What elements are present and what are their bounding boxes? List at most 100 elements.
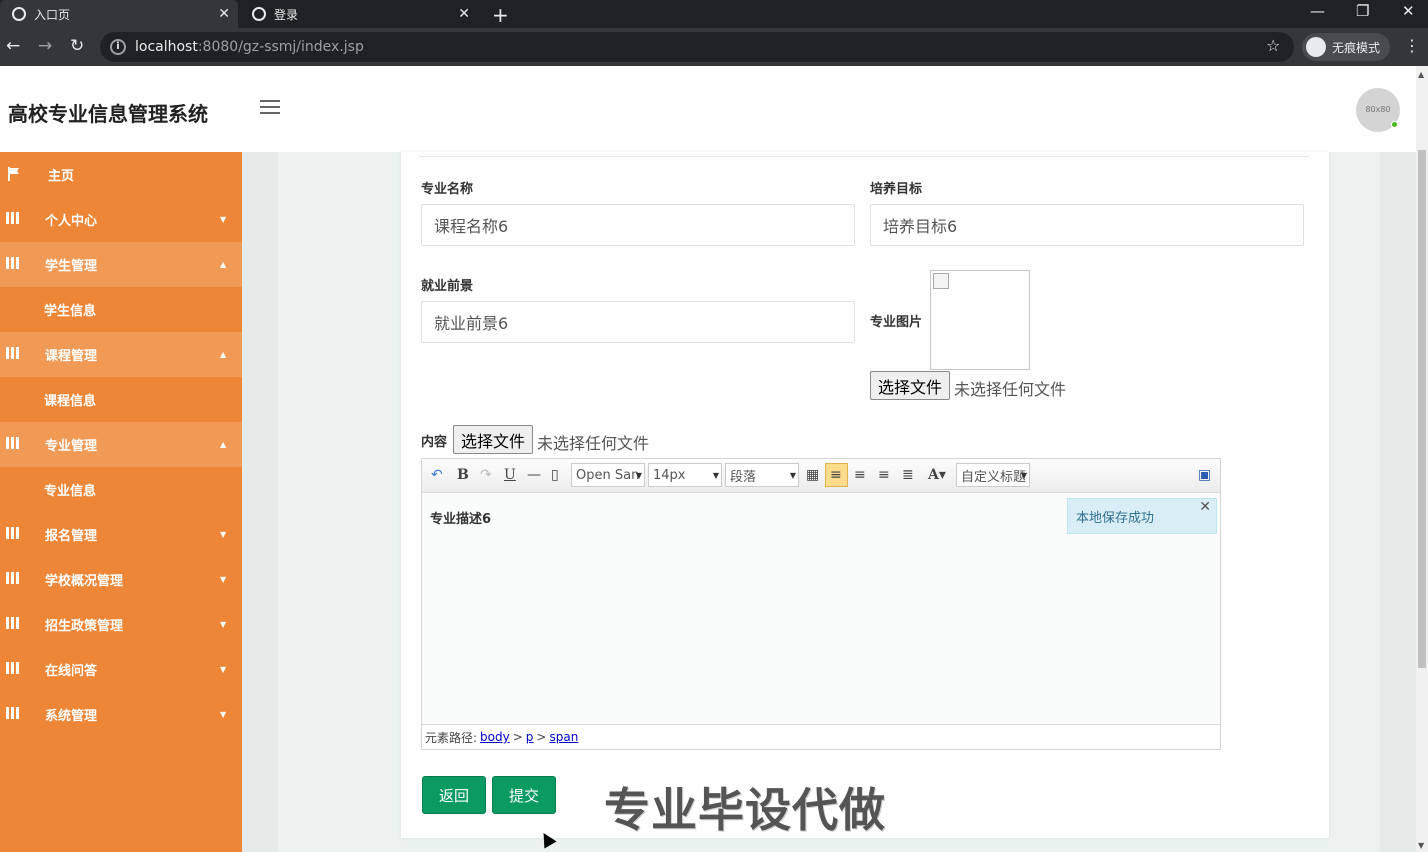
align-center-icon[interactable]: ≡: [878, 467, 890, 483]
tab-login[interactable]: 登录 ✕: [240, 0, 478, 28]
undo-icon[interactable]: ↶: [431, 467, 443, 483]
sidebar-item-personal-center[interactable]: 个人中心 ▼: [0, 197, 242, 242]
online-status-dot: [1391, 121, 1398, 128]
font-size-select[interactable]: 14px ▼: [648, 463, 722, 487]
page-break-icon[interactable]: ▯: [551, 467, 559, 483]
sidebar-item-course-mgmt[interactable]: 课程管理 ▲: [0, 332, 242, 377]
bold-icon[interactable]: B: [457, 467, 469, 483]
custom-title-select[interactable]: 自定义标题 ▼: [956, 463, 1030, 487]
paragraph-select[interactable]: 段落 ▼: [725, 463, 799, 487]
sidebar: 主页 个人中心 ▼ 学生管理 ▲ 学生信息 课程管理 ▲ 课程信息 专业管理 ▲…: [0, 152, 242, 852]
major-name-label: 专业名称: [421, 182, 474, 197]
grid-icon: [6, 437, 20, 449]
bookmark-star-icon[interactable]: ☆: [1266, 36, 1280, 55]
font-family-value: Open San: [576, 467, 640, 483]
close-icon[interactable]: ✕: [218, 6, 230, 22]
url-path: :8080/gz-ssmj/index.jsp: [197, 39, 364, 55]
url-host: localhost: [135, 39, 198, 55]
sidebar-item-label: 专业管理: [45, 439, 98, 454]
image-choose-file-button[interactable]: 选择文件: [870, 371, 950, 400]
url-input[interactable]: i localhost :8080/gz-ssmj/index.jsp: [100, 32, 1294, 62]
scroll-down-icon[interactable]: ▼: [1418, 841, 1424, 850]
caret-up-icon: ▲: [220, 350, 227, 359]
goal-input[interactable]: 培养目标6: [870, 204, 1304, 246]
sidebar-item-student-mgmt[interactable]: 学生管理 ▲: [0, 242, 242, 287]
browser-tab-bar: 入口页 ✕ 登录 ✕ + — ❐ ✕: [0, 0, 1428, 28]
tab-title: 入口页: [34, 7, 71, 22]
sidebar-subitem-major-info[interactable]: 专业信息: [0, 467, 242, 512]
sidebar-subitem-course-info[interactable]: 课程信息: [0, 377, 242, 422]
sidebar-item-label: 学生管理: [45, 259, 98, 274]
browser-menu-icon[interactable]: ⋮: [1404, 36, 1420, 55]
restore-icon[interactable]: ❐: [1356, 2, 1369, 20]
watermark-text: 专业毕设代做: [604, 783, 886, 837]
prospect-input[interactable]: 就业前景6: [421, 301, 855, 343]
sidebar-item-system-mgmt[interactable]: 系统管理 ▼: [0, 692, 242, 737]
sidebar-item-label: 在线问答: [45, 664, 98, 679]
back-button[interactable]: 返回: [422, 776, 486, 814]
sidebar-subitem-student-info[interactable]: 学生信息: [0, 287, 242, 332]
redo-icon[interactable]: ↷: [480, 467, 492, 483]
sidebar-item-label: 个人中心: [45, 214, 98, 229]
globe-icon: [12, 7, 26, 21]
align-right-icon[interactable]: ≡: [854, 467, 866, 483]
fullscreen-icon[interactable]: ▣: [1198, 467, 1211, 483]
align-left-icon[interactable]: ≡: [830, 467, 842, 483]
close-icon[interactable]: ✕: [1199, 499, 1211, 515]
grid-icon: [6, 617, 20, 629]
content-file-status: 未选择任何文件: [537, 434, 650, 453]
sidebar-subitem-label: 学生信息: [44, 304, 97, 319]
sidebar-item-label: 报名管理: [45, 529, 98, 544]
info-icon[interactable]: i: [110, 39, 126, 55]
caret-up-icon: ▲: [220, 440, 227, 449]
path-link-p[interactable]: p: [526, 730, 534, 744]
minimize-icon[interactable]: —: [1310, 2, 1325, 20]
grid-icon: [6, 347, 20, 359]
sidebar-item-major-mgmt[interactable]: 专业管理 ▲: [0, 422, 242, 467]
element-path-bar: 元素路径: body > p > span: [422, 724, 1220, 749]
new-tab-icon[interactable]: +: [492, 3, 509, 27]
close-icon[interactable]: ✕: [458, 6, 470, 22]
broken-image-icon: [933, 273, 949, 289]
incognito-label: 无痕模式: [1332, 40, 1381, 55]
path-link-span[interactable]: span: [549, 730, 578, 744]
reload-icon[interactable]: ↻: [70, 36, 84, 56]
element-path-label: 元素路径:: [425, 730, 478, 745]
sidebar-item-online-qa[interactable]: 在线问答 ▼: [0, 647, 242, 692]
submit-button[interactable]: 提交: [492, 776, 556, 814]
scroll-up-icon[interactable]: ▲: [1418, 70, 1424, 79]
font-color-icon[interactable]: A▾: [928, 467, 946, 483]
main-content: 专业名称 课程名称6 培养目标 培养目标6 就业前景 就业前景6 专业图片 选择…: [242, 152, 1416, 852]
horizontal-rule-icon[interactable]: —: [527, 467, 541, 483]
sidebar-item-enroll-mgmt[interactable]: 报名管理 ▼: [0, 512, 242, 557]
image-file-status: 未选择任何文件: [954, 380, 1067, 399]
page-scrollbar[interactable]: ▲ ▼: [1416, 66, 1428, 852]
sidebar-item-admission-policy[interactable]: 招生政策管理 ▼: [0, 602, 242, 647]
app-title: 高校专业信息管理系统: [8, 102, 208, 126]
tab-home[interactable]: 入口页 ✕: [0, 0, 238, 28]
sidebar-item-home[interactable]: 主页: [0, 152, 242, 197]
align-justify-icon[interactable]: ≣: [902, 467, 914, 483]
avatar[interactable]: 80x80: [1356, 88, 1400, 132]
hamburger-menu-icon[interactable]: [260, 100, 280, 118]
caret-down-icon: ▼: [220, 665, 227, 674]
save-toast: 本地保存成功 ✕: [1067, 498, 1217, 534]
incognito-badge[interactable]: 无痕模式: [1302, 33, 1391, 61]
font-size-value: 14px: [653, 467, 686, 483]
major-name-input[interactable]: 课程名称6: [421, 204, 855, 246]
sidebar-item-school-overview[interactable]: 学校概况管理 ▼: [0, 557, 242, 602]
grid-icon: [6, 662, 20, 674]
underline-icon[interactable]: U: [504, 467, 516, 483]
caret-up-icon: ▲: [220, 260, 227, 269]
window-close-icon[interactable]: ✕: [1402, 2, 1415, 20]
font-family-select[interactable]: Open San ▼: [571, 463, 645, 487]
editor-body[interactable]: 专业描述6 本地保存成功 ✕: [422, 494, 1220, 724]
incognito-icon: [1306, 37, 1326, 57]
content-choose-file-button[interactable]: 选择文件: [453, 425, 533, 454]
sidebar-subitem-label: 课程信息: [44, 394, 97, 409]
back-arrow-icon[interactable]: ←: [6, 36, 20, 56]
table-icon[interactable]: ▦: [806, 467, 819, 483]
forward-arrow-icon[interactable]: →: [38, 36, 52, 56]
path-link-body[interactable]: body: [480, 730, 510, 744]
scrollbar-thumb[interactable]: [1418, 150, 1426, 668]
